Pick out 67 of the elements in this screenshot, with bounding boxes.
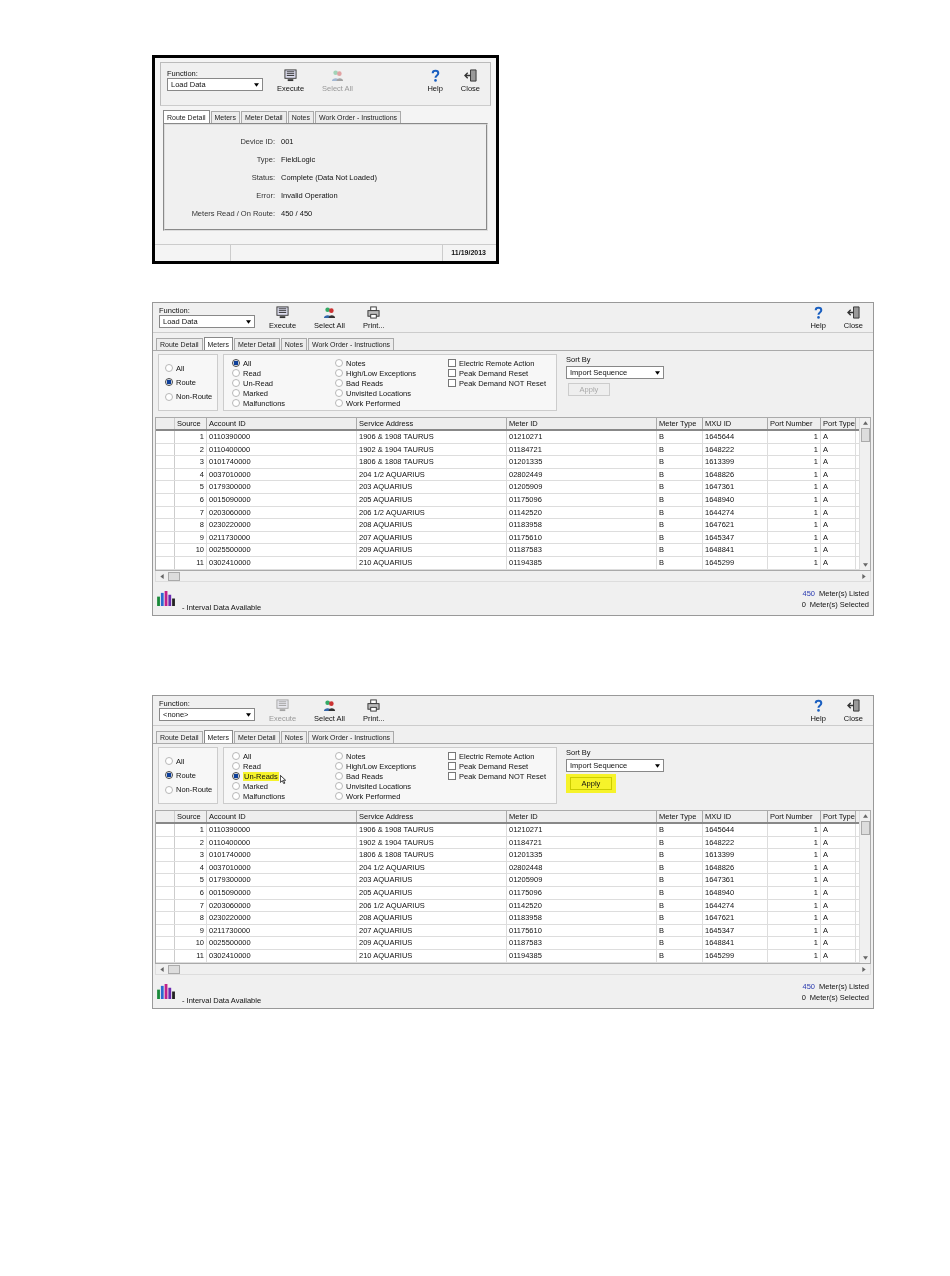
mouse-pointer-icon [279,774,286,784]
checkbox[interactable] [448,772,456,780]
scroll-up-icon [862,421,868,425]
radio-button[interactable] [165,785,173,794]
radio-button[interactable] [232,369,240,377]
caret-icon [254,82,259,87]
door-exit-icon [846,699,860,712]
radio-button[interactable] [335,359,343,367]
scroll-left-icon [160,573,164,579]
scroll-left-icon [160,966,164,972]
vertical-scrollbar[interactable] [859,418,870,570]
radio-button[interactable] [232,389,240,397]
radio-button[interactable] [165,378,173,387]
checkbox[interactable] [448,762,456,770]
vertical-scrollbar[interactable] [859,811,870,963]
radio-button[interactable] [335,399,343,407]
door-exit-icon [846,306,860,319]
radio-button[interactable] [232,752,240,760]
radio-button[interactable] [335,369,343,377]
radio-button[interactable] [335,792,343,800]
horizontal-scrollbar[interactable] [155,571,871,582]
radio-button[interactable] [335,782,343,790]
bar-chart-icon [157,591,176,606]
checkbox[interactable] [448,752,456,760]
printer-icon [367,699,381,712]
people-icon [323,699,337,712]
checkbox[interactable] [448,369,456,377]
radio-button[interactable] [165,364,173,373]
monitor-icon [284,69,298,82]
caret-icon [246,712,251,717]
door-exit-icon [463,69,477,82]
scroll-down-icon [862,563,868,567]
radio-button[interactable] [232,782,240,790]
checkbox[interactable] [448,379,456,387]
radio-button[interactable] [232,379,240,387]
caret-icon [655,370,660,375]
scroll-thumb[interactable] [168,571,180,581]
scroll-thumb[interactable] [860,428,870,442]
radio-button[interactable] [232,792,240,800]
scroll-thumb[interactable] [860,821,870,835]
printer-icon [367,306,381,319]
monitor-icon [276,306,290,319]
people-icon [323,306,337,319]
radio-button[interactable] [335,379,343,387]
radio-button[interactable] [232,772,240,780]
radio-button[interactable] [232,399,240,407]
checkbox[interactable] [448,359,456,367]
scroll-right-icon [862,573,866,579]
radio-button[interactable] [232,359,240,367]
radio-button[interactable] [165,771,173,780]
scroll-down-icon [862,956,868,960]
monitor-icon [276,699,290,712]
radio-button[interactable] [335,389,343,397]
scroll-right-icon [862,966,866,972]
scroll-up-icon [862,814,868,818]
radio-button[interactable] [335,762,343,770]
radio-button[interactable] [335,752,343,760]
radio-button[interactable] [165,757,173,766]
caret-icon [655,763,660,768]
radio-button[interactable] [335,772,343,780]
caret-icon [246,319,251,324]
radio-button[interactable] [232,762,240,770]
radio-button[interactable] [165,392,173,401]
scroll-thumb[interactable] [168,964,180,974]
bar-chart-icon [157,984,176,999]
people-icon [331,69,345,82]
horizontal-scrollbar[interactable] [155,964,871,975]
